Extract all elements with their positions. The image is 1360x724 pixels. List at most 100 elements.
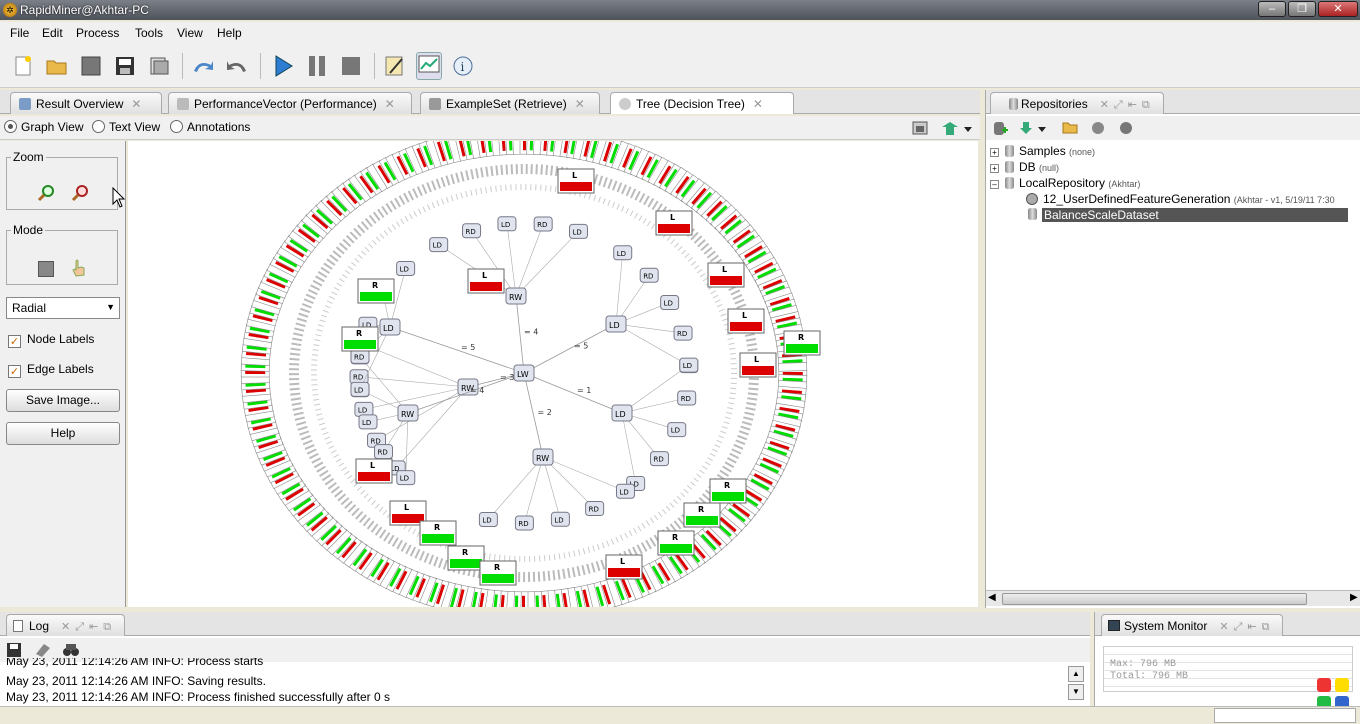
database-icon <box>1005 145 1014 157</box>
status-field <box>1214 708 1356 723</box>
leaf-bar <box>523 141 526 151</box>
design-perspective-icon[interactable] <box>382 52 408 80</box>
tab-result-overview[interactable]: Result Overview ✕ <box>10 92 162 114</box>
refresh-icon[interactable] <box>1090 120 1106 139</box>
menu-tools[interactable]: Tools <box>135 26 163 40</box>
export-window-icon[interactable] <box>912 120 930 139</box>
folder-icon[interactable] <box>1062 120 1078 137</box>
expand-icon[interactable]: + <box>990 148 999 157</box>
decision-tree-graph[interactable]: = 4 LD RD LD RD LD RW = 5 LD RD LD RD LD LD = 1 LD RD LD R… <box>128 141 978 607</box>
leaf-label: L <box>722 265 727 274</box>
tab-decision-tree[interactable]: Tree (Decision Tree) ✕ <box>610 92 794 114</box>
leaf-label: R <box>494 563 500 572</box>
tab-log[interactable]: Log ✕⤢⇤⧉ <box>6 614 126 636</box>
node-label: RD <box>518 520 528 528</box>
minimize-button[interactable]: – <box>1258 1 1286 17</box>
tree-item-process[interactable]: 12_UserDefinedFeatureGeneration (Akhtar … <box>1026 192 1335 206</box>
close-button[interactable]: ✕ <box>1318 1 1358 17</box>
tree-item-localrepository[interactable]: – LocalRepository (Akhtar) <box>990 176 1140 190</box>
transforming-mode-icon[interactable] <box>38 261 54 277</box>
text-view-radio[interactable]: Text View <box>92 120 160 134</box>
expand-icon[interactable]: + <box>990 164 999 173</box>
print-icon[interactable] <box>146 52 172 80</box>
help-button[interactable]: Help <box>6 422 120 445</box>
leaf-label: L <box>670 213 675 222</box>
menu-help[interactable]: Help <box>217 26 242 40</box>
edge-label: = 1 <box>577 386 591 395</box>
annotations-radio[interactable]: Annotations <box>170 120 250 134</box>
undo-icon[interactable] <box>190 52 216 80</box>
export-dropdown-icon[interactable] <box>940 119 974 140</box>
import-icon[interactable] <box>1018 120 1048 139</box>
menu-view[interactable]: View <box>177 26 203 40</box>
tree-item-samples[interactable]: + Samples (none) <box>990 144 1095 158</box>
result-tabs: Result Overview ✕ PerformanceVector (Perf… <box>0 90 980 114</box>
tree-icon <box>619 98 631 110</box>
leaf-bar <box>514 595 519 607</box>
view-mode-bar: Graph View Text View Annotations <box>0 116 980 140</box>
panel-controls-icon[interactable]: ✕⤢⇤⧉ <box>1219 621 1274 633</box>
edge-label: = 5 <box>461 343 475 352</box>
node-label: LD <box>362 419 371 427</box>
leaf-label: L <box>754 355 759 364</box>
collapse-icon[interactable]: – <box>990 180 999 189</box>
leaf-bar <box>529 141 534 151</box>
close-tab-icon[interactable]: ✕ <box>131 97 141 111</box>
node-label: RD <box>643 272 653 280</box>
repository-toolbar <box>986 116 1360 140</box>
memory-chart: Max: 796 MB Total: 796 MB <box>1103 646 1353 692</box>
horizontal-scrollbar[interactable]: ◀ ▶ <box>986 590 1360 606</box>
info-icon[interactable]: i <box>450 52 476 80</box>
close-tab-icon[interactable]: ✕ <box>385 97 395 111</box>
save-icon[interactable] <box>78 52 104 80</box>
run-icon[interactable] <box>270 52 296 80</box>
tree-edge <box>621 364 689 414</box>
edge-labels-checkbox[interactable]: ✓ Edge Labels <box>8 362 94 378</box>
node-labels-checkbox[interactable]: ✓ Node Labels <box>8 332 94 348</box>
picking-mode-hand-icon[interactable] <box>71 258 87 281</box>
zoom-in-icon[interactable] <box>37 184 55 205</box>
close-tab-icon[interactable]: ✕ <box>753 97 763 111</box>
zoom-out-icon[interactable] <box>71 184 89 205</box>
result-perspective-icon[interactable] <box>416 52 442 80</box>
tab-exampleset[interactable]: ExampleSet (Retrieve) ✕ <box>420 92 600 114</box>
database-icon <box>1005 161 1014 173</box>
node-label: LD <box>619 488 628 496</box>
tab-repositories[interactable]: Repositories ✕⤢⇤⧉ <box>990 92 1164 114</box>
leaf-label: L <box>742 311 747 320</box>
save-image-button[interactable]: Save Image... <box>6 389 120 412</box>
menu-file[interactable]: File <box>10 26 29 40</box>
edge-label: = 4 <box>470 386 484 395</box>
node-label: LD <box>358 406 367 414</box>
node-label: RD <box>537 221 547 229</box>
menu-process[interactable]: Process <box>76 26 119 40</box>
menu-edit[interactable]: Edit <box>42 26 63 40</box>
stop-icon[interactable] <box>338 52 364 80</box>
dataset-icon <box>1028 208 1037 220</box>
tree-edge <box>395 386 469 469</box>
tree-edge <box>488 456 544 520</box>
open-icon[interactable] <box>44 52 70 80</box>
new-process-icon[interactable] <box>10 52 36 80</box>
delete-icon[interactable] <box>1118 120 1134 139</box>
close-tab-icon[interactable]: ✕ <box>575 97 585 111</box>
log-line: May 23, 2011 12:14:26 AM INFO: Process f… <box>6 690 390 704</box>
layout-select[interactable]: Radial ▼ <box>6 297 120 319</box>
log-scrollbar[interactable]: ▲ ▼ <box>1068 666 1088 702</box>
tree-item-db[interactable]: + DB (null) <box>990 160 1059 174</box>
leaf-bar <box>245 371 266 374</box>
tab-performance-vector[interactable]: PerformanceVector (Performance) ✕ <box>168 92 412 114</box>
add-repository-icon[interactable] <box>992 120 1008 139</box>
status-bar <box>0 706 1360 724</box>
panel-controls-icon[interactable]: ✕⤢⇤⧉ <box>1100 99 1155 111</box>
tree-item-balancescaledataset[interactable]: BalanceScaleDataset <box>1042 208 1348 222</box>
maximize-button[interactable]: ❐ <box>1288 1 1316 17</box>
panel-controls-icon[interactable]: ✕⤢⇤⧉ <box>61 621 116 633</box>
redo-icon[interactable] <box>224 52 250 80</box>
pause-icon[interactable] <box>304 52 330 80</box>
tab-system-monitor[interactable]: System Monitor ✕⤢⇤⧉ <box>1101 614 1284 636</box>
graph-view-radio[interactable]: Graph View <box>4 120 83 134</box>
tree-edge <box>523 372 623 414</box>
save-as-icon[interactable] <box>112 52 138 80</box>
chevron-down-icon: ▼ <box>106 302 115 312</box>
